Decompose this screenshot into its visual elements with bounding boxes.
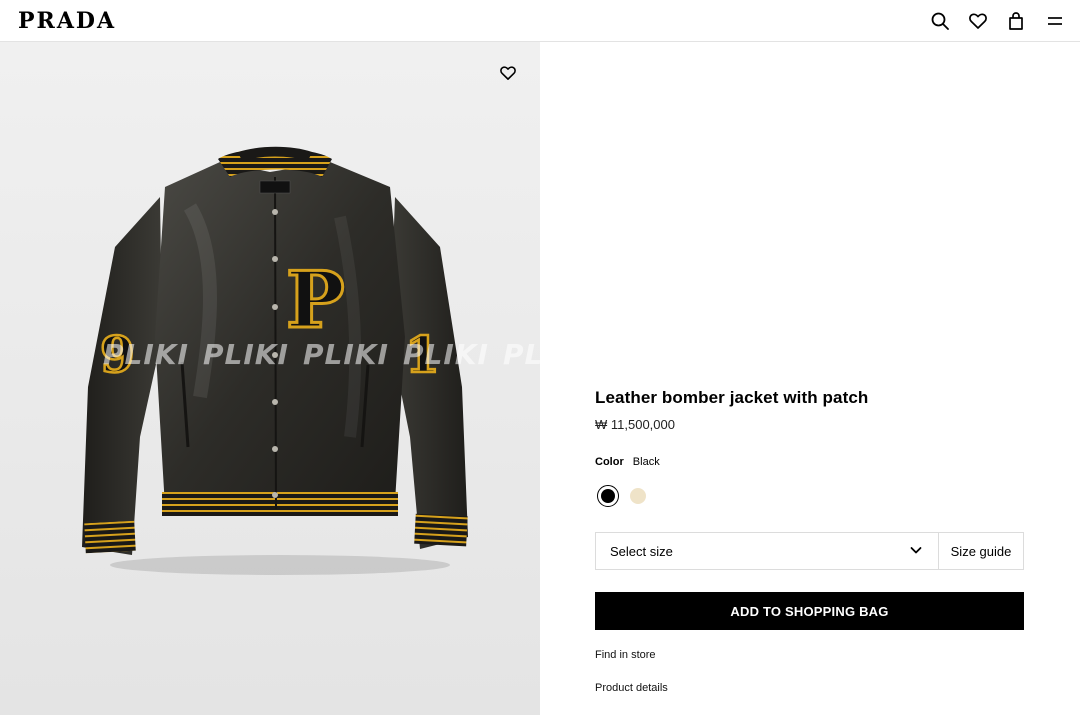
size-select-label: Select size [610, 543, 673, 559]
wishlist-heart-icon[interactable] [497, 62, 519, 84]
find-in-store-link[interactable]: Find in store [595, 649, 656, 661]
color-label: Color [595, 456, 624, 468]
heart-icon[interactable] [967, 10, 989, 32]
watermark-text: PLIKI [203, 338, 289, 371]
prada-logo[interactable]: PRADA [18, 8, 116, 34]
site-header: PRADA [0, 0, 1080, 42]
color-info: Color Black [595, 456, 660, 468]
watermark-text: PLIKI [103, 338, 189, 371]
color-value: Black [632, 456, 660, 468]
product-price: ₩ 11,500,000 [595, 417, 675, 432]
chevron-down-icon [910, 547, 922, 554]
product-details-panel: Leather bomber jacket with patch ₩ 11,50… [540, 42, 1080, 715]
product-title: Leather bomber jacket with patch [595, 388, 869, 407]
search-icon[interactable] [929, 10, 951, 32]
product-details-link[interactable]: Product details [595, 682, 668, 694]
shopping-bag-icon[interactable] [1005, 10, 1027, 32]
swatch-fill [601, 489, 615, 503]
watermark-text: PLIKI [303, 338, 389, 371]
size-guide-button[interactable]: Size guide [938, 532, 1024, 570]
color-swatch-black[interactable] [597, 485, 619, 507]
watermark-text: PLIKI [503, 338, 540, 371]
color-swatch-cream[interactable] [630, 488, 646, 504]
watermark-text: PLIKI [403, 338, 489, 371]
add-to-bag-button[interactable]: ADD TO SHOPPING BAG [595, 592, 1024, 630]
svg-text:P: P [286, 255, 345, 346]
product-image-panel: P 9 1 PLIKI PLIKI PLIKI PLIKI PLIKI [0, 42, 540, 715]
size-select-dropdown[interactable]: Select size [595, 532, 938, 570]
menu-icon[interactable] [1044, 10, 1066, 32]
